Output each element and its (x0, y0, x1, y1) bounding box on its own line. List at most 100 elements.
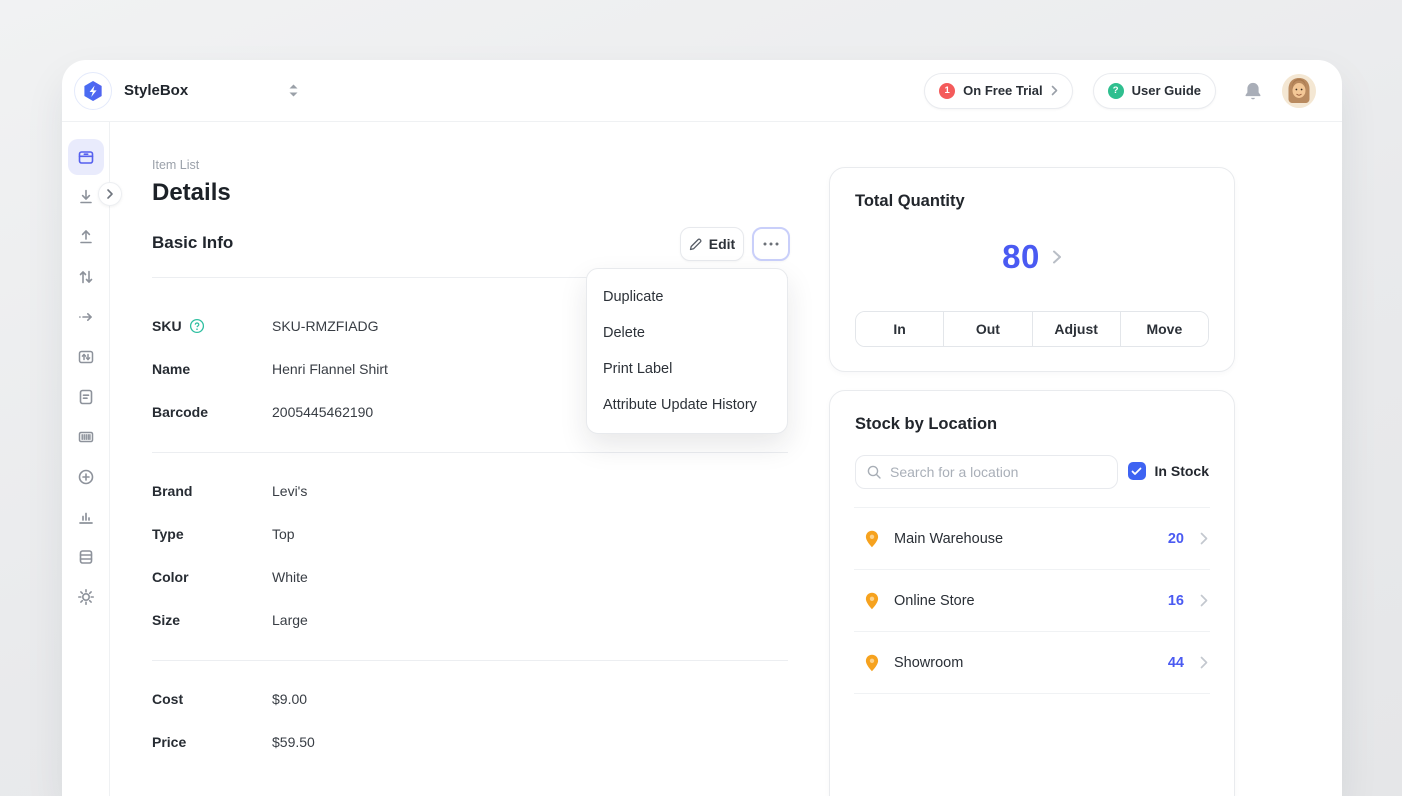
menu-item-attribute-update-history[interactable]: Attribute Update History (587, 387, 787, 423)
barcode-label: Barcode (152, 404, 272, 420)
app-name: StyleBox (124, 82, 188, 99)
type-label: Type (152, 526, 272, 542)
sidebar-item-settings[interactable] (68, 579, 104, 615)
location-search-input[interactable] (890, 456, 1117, 488)
avatar-image (1282, 74, 1316, 108)
user-guide-button[interactable]: ? User Guide (1093, 73, 1216, 109)
breadcrumb[interactable]: Item List (152, 158, 199, 172)
location-name: Showroom (894, 655, 963, 671)
field-row-type: Type Top (152, 512, 788, 555)
stock-in-button[interactable]: In (856, 312, 943, 346)
plus-circle-icon (76, 467, 96, 487)
guide-badge: ? (1108, 83, 1124, 99)
sidebar-item-adjust[interactable] (68, 339, 104, 375)
free-trial-button[interactable]: 1 On Free Trial (924, 73, 1072, 109)
top-bar: StyleBox 1 On Free Trial ? User Guid (62, 60, 1342, 122)
user-avatar[interactable] (1282, 74, 1316, 108)
name-label: Name (152, 361, 272, 377)
bar-chart-icon (76, 507, 96, 527)
guide-label: User Guide (1132, 83, 1201, 98)
main-content: Item List Details Basic Info Edit (110, 122, 1342, 796)
field-group-divider (152, 660, 788, 661)
upload-arrow-icon (76, 227, 96, 247)
notifications-button[interactable] (1242, 80, 1264, 102)
package-box-icon (76, 147, 96, 167)
dotted-arrow-right-icon (76, 307, 96, 327)
color-value: White (272, 569, 308, 585)
menu-item-delete[interactable]: Delete (587, 315, 787, 351)
location-list: Main Warehouse 20 Online Store (854, 507, 1210, 694)
field-label: SKU (152, 318, 272, 334)
app-logo (74, 72, 112, 110)
sidebar-item-documents[interactable] (68, 379, 104, 415)
sidebar-item-reports[interactable] (68, 499, 104, 535)
location-name: Main Warehouse (894, 531, 1003, 547)
ellipsis-icon (763, 242, 779, 246)
sidebar-item-stock-out[interactable] (68, 219, 104, 255)
chevron-right-icon (106, 188, 114, 200)
check-icon (1131, 467, 1142, 476)
help-circle-icon[interactable] (189, 318, 205, 334)
menu-item-duplicate[interactable]: Duplicate (587, 279, 787, 315)
stock-by-location-title: Stock by Location (855, 415, 997, 434)
document-icon (76, 387, 96, 407)
brand-value: Levi's (272, 483, 307, 499)
location-row-showroom[interactable]: Showroom 44 (854, 632, 1210, 694)
size-value: Large (272, 612, 308, 628)
sidebar-item-transfer[interactable] (68, 259, 104, 295)
cost-label: Cost (152, 691, 272, 707)
sidebar-nav (62, 122, 110, 796)
sidebar-expand-button[interactable] (98, 182, 122, 206)
map-pin-icon (862, 529, 882, 549)
field-row-brand: Brand Levi's (152, 469, 788, 512)
sidebar-item-items[interactable] (68, 139, 104, 175)
basic-info-title: Basic Info (152, 233, 233, 253)
sidebar-item-add-new[interactable] (68, 459, 104, 495)
chevron-right-icon (1052, 249, 1062, 265)
in-stock-filter[interactable]: In Stock (1128, 462, 1209, 480)
price-value: $59.50 (272, 734, 315, 750)
database-rows-icon (76, 547, 96, 567)
field-row-size: Size Large (152, 598, 788, 641)
barcode-value: 2005445462190 (272, 404, 373, 420)
stock-move-button[interactable]: Move (1120, 312, 1208, 346)
sidebar-item-move[interactable] (68, 299, 104, 335)
more-actions-button[interactable] (752, 227, 790, 261)
map-pin-icon (862, 653, 882, 673)
barcode-icon (76, 427, 96, 447)
sidebar-item-barcode[interactable] (68, 419, 104, 455)
field-row-price: Price $59.50 (152, 720, 788, 763)
menu-item-print-label[interactable]: Print Label (587, 351, 787, 387)
quantity-actions: In Out Adjust Move (855, 311, 1209, 347)
location-qty: 20 (1168, 531, 1184, 547)
trial-badge: 1 (939, 83, 955, 99)
name-value: Henri Flannel Shirt (272, 361, 388, 377)
location-qty: 16 (1168, 593, 1184, 609)
location-qty: 44 (1168, 655, 1184, 671)
stock-adjust-button[interactable]: Adjust (1032, 312, 1120, 346)
app-body: Item List Details Basic Info Edit (62, 122, 1342, 796)
workspace-switcher[interactable] (288, 83, 299, 98)
chevron-right-icon (1200, 594, 1208, 607)
location-row-main-warehouse[interactable]: Main Warehouse 20 (854, 508, 1210, 570)
total-quantity-link[interactable]: 80 (830, 238, 1234, 276)
sku-value: SKU-RMZFIADG (272, 318, 379, 334)
type-value: Top (272, 526, 295, 542)
edit-button-label: Edit (709, 236, 735, 252)
up-down-arrows-icon (76, 267, 96, 287)
desktop-background: StyleBox 1 On Free Trial ? User Guid (0, 0, 1402, 796)
stock-out-button[interactable]: Out (943, 312, 1031, 346)
location-row-online-store[interactable]: Online Store 16 (854, 570, 1210, 632)
sidebar-item-data[interactable] (68, 539, 104, 575)
more-actions-menu: Duplicate Delete Print Label Attribute U… (586, 268, 788, 434)
pencil-icon (689, 238, 702, 251)
cost-value: $9.00 (272, 691, 307, 707)
search-icon (866, 464, 882, 480)
sort-arrows-icon (288, 83, 299, 98)
page-title: Details (152, 179, 231, 207)
size-label: Size (152, 612, 272, 628)
chevron-right-icon (1200, 532, 1208, 545)
edit-button[interactable]: Edit (680, 227, 744, 261)
in-stock-checkbox[interactable] (1128, 462, 1146, 480)
bell-icon (1242, 80, 1264, 102)
